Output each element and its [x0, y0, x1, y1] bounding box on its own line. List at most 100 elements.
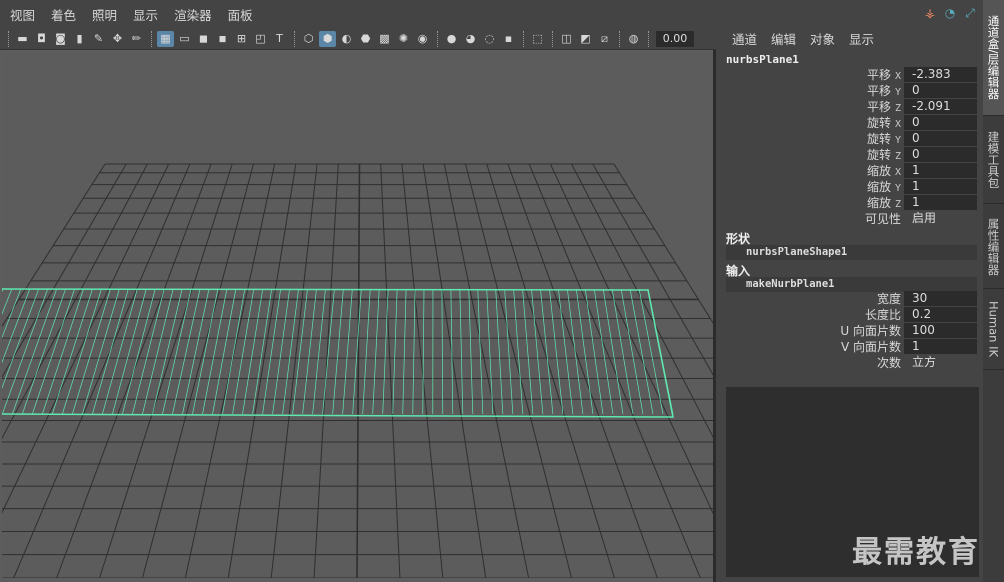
nurbs-isoparm [272, 288, 290, 415]
transform-attr-row[interactable]: 缩放 Y 1 [719, 179, 979, 195]
input-attr-value[interactable]: 0.2 [904, 307, 977, 322]
grease-pencil-icon[interactable]: ✏ [128, 31, 145, 47]
transform-attr-row[interactable]: 缩放 X 1 [719, 163, 979, 179]
input-attr-row[interactable]: V 向面片数 1 [719, 339, 979, 355]
transform-attr-label-text: 旋转 [866, 132, 891, 146]
camera-bookmark-icon[interactable]: ◙ [52, 31, 69, 47]
input-attr-label: V 向面片数 [841, 339, 901, 355]
textured-icon[interactable]: ▩ [376, 31, 393, 47]
camera-attr-icon[interactable]: ◘ [33, 31, 50, 47]
nurbs-isoparm [52, 288, 93, 415]
2d-pan-zoom-icon[interactable]: ✥ [109, 31, 126, 47]
transform-attr-row[interactable]: 平移 Y 0 [719, 83, 979, 99]
grid-line-depth [2, 163, 148, 440]
object-name[interactable]: nurbsPlane1 [726, 53, 799, 66]
input-attr-value[interactable]: 30 [904, 291, 977, 306]
transform-attr-value[interactable]: 0 [904, 83, 977, 98]
transform-attr-row[interactable]: 平移 Z -2.091 [719, 99, 979, 115]
menu-item-2[interactable]: 照明 [92, 5, 117, 24]
toolbar-separator [523, 30, 525, 47]
3d-viewport[interactable] [2, 51, 713, 578]
grid-icon[interactable]: ▦ [157, 30, 174, 47]
transform-attr-value[interactable]: -2.383 [904, 67, 977, 82]
channel-menu-item-3[interactable]: 显示 [849, 29, 874, 48]
nurbs-isoparm [372, 288, 380, 415]
safe-action-icon[interactable]: ◰ [252, 31, 269, 47]
nurbs-isoparm [212, 288, 237, 415]
menu-item-1[interactable]: 着色 [51, 5, 76, 24]
channel-menu-item-1[interactable]: 编辑 [771, 29, 796, 48]
transform-attr-value[interactable]: -2.091 [904, 99, 977, 114]
transform-attr-value[interactable]: 0 [904, 131, 977, 146]
channel-menu-item-0[interactable]: 通道 [732, 29, 757, 48]
transform-attr-value[interactable]: 1 [904, 179, 977, 194]
input-attr-row[interactable]: 次数 立方 [719, 355, 979, 371]
transform-attr-value[interactable]: 1 [904, 163, 977, 178]
image-plane-icon[interactable]: ✎ [90, 31, 107, 47]
transform-attr-row[interactable]: 旋转 Y 0 [719, 131, 979, 147]
anti-aliasing-icon[interactable]: ◌ [481, 31, 498, 47]
input-node-name[interactable]: makeNurbPlane1 [726, 277, 977, 292]
grid-line-depth [507, 163, 658, 578]
transform-attr-axis: X [894, 71, 901, 82]
xray-joints-icon[interactable]: ◩ [577, 31, 594, 47]
gate-mask-icon[interactable]: ◾ [214, 31, 231, 47]
transform-attr-row[interactable]: 旋转 Z 0 [719, 147, 979, 163]
input-attr-row[interactable]: 宽度 30 [719, 291, 979, 307]
nurbs-isoparm [504, 288, 514, 415]
input-attr-value[interactable]: 立方 [904, 355, 977, 370]
input-attr-label-text: 长度比 [864, 308, 901, 322]
wireframe-on-shaded-icon[interactable]: ⬣ [357, 31, 374, 47]
nurbs-plane-outline[interactable] [2, 288, 674, 418]
shape-node-name[interactable]: nurbsPlaneShape1 [726, 245, 977, 260]
film-gate-icon[interactable]: ▭ [176, 31, 193, 47]
wireframe-icon[interactable]: ⬡ [300, 31, 317, 47]
xray-components-icon[interactable]: ⧄ [596, 31, 613, 47]
transform-attr-value[interactable]: 0 [904, 115, 977, 130]
input-attr-value[interactable]: 1 [904, 339, 977, 354]
camera-icon[interactable]: ▬ [14, 31, 31, 47]
transform-attr-value[interactable]: 0 [904, 147, 977, 162]
xray-icon[interactable]: ◫ [558, 31, 575, 47]
field-chart-icon[interactable]: ⊞ [233, 31, 250, 47]
bookmark-icon[interactable]: ▮ [71, 31, 88, 47]
refresh-icon[interactable]: ◔ [943, 6, 957, 20]
side-tab-1[interactable]: 建模工具包 [983, 117, 1004, 204]
safe-title-icon[interactable]: T [271, 31, 288, 47]
isolate-select-icon[interactable]: ⬚ [529, 31, 546, 47]
menu-item-3[interactable]: 显示 [133, 5, 158, 24]
viewport-canvas[interactable] [2, 51, 713, 578]
transform-attr-row[interactable]: 缩放 Z 1 [719, 195, 979, 211]
input-attr-row[interactable]: U 向面片数 100 [719, 323, 979, 339]
float-panel-icon[interactable]: ⤢ [963, 6, 977, 20]
transform-attr-value[interactable]: 启用 [904, 211, 977, 226]
transform-attr-row[interactable]: 旋转 X 0 [719, 115, 979, 131]
menu-item-4[interactable]: 渲染器 [174, 5, 212, 24]
transform-attr-row[interactable]: 可见性 启用 [719, 211, 979, 227]
nurbs-isoparm [392, 288, 398, 415]
side-tab-2[interactable]: 属性编辑器 [983, 205, 1004, 289]
axis-tripod-icon[interactable]: ⚶ [923, 6, 937, 20]
menu-item-5[interactable]: 面板 [228, 5, 253, 24]
smooth-shade-icon[interactable]: ⬢ [319, 30, 336, 47]
nurbs-isoparm [382, 288, 389, 415]
input-attr-value[interactable]: 100 [904, 323, 977, 338]
screen-space-ao-icon[interactable]: ● [443, 31, 460, 47]
default-material-icon[interactable]: ◐ [338, 31, 355, 47]
side-tab-0[interactable]: 通道盒/层编辑器 [983, 0, 1004, 116]
resolution-gate-icon[interactable]: ◼ [195, 31, 212, 47]
channel-menu-item-2[interactable]: 对象 [810, 29, 835, 48]
transform-attr-row[interactable]: 平移 X -2.383 [719, 67, 979, 83]
shadows-icon[interactable]: ◉ [414, 31, 431, 47]
nurbs-isoparm [629, 288, 654, 415]
lights-icon[interactable]: ✺ [395, 31, 412, 47]
input-attr-row[interactable]: 长度比 0.2 [719, 307, 979, 323]
exposure-value-field[interactable]: 0.00 [656, 30, 694, 47]
side-tab-3[interactable]: Human IK [983, 290, 1004, 370]
motion-blur-icon[interactable]: ◕ [462, 31, 479, 47]
menu-item-0[interactable]: 视图 [10, 5, 35, 24]
grid-line-depth [443, 163, 530, 578]
depth-of-field-icon[interactable]: ▪ [500, 31, 517, 47]
transform-attr-value[interactable]: 1 [904, 195, 977, 210]
exposure-icon[interactable]: ◍ [625, 31, 642, 47]
